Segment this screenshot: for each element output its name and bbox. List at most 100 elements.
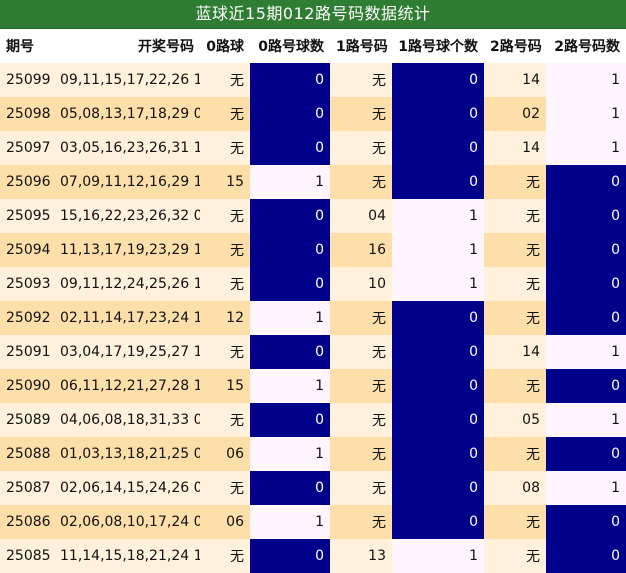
cell-route0: 无: [200, 471, 250, 505]
header-row: 期号 开奖号码 0路球 0路号球数 1路号码 1路号球个数 2路号码 2路号码数: [0, 29, 626, 63]
stats-table: 期号 开奖号码 0路球 0路号球数 1路号码 1路号球个数 2路号码 2路号码数…: [0, 29, 626, 573]
cell-route1: 13: [330, 539, 392, 573]
cell-route0-count: 0: [250, 403, 330, 437]
cell-route1-count: 0: [392, 369, 484, 403]
cell-route2-count: 1: [546, 471, 626, 505]
cell-route1: 无: [330, 63, 392, 97]
cell-draw: 02,11,14,17,23,24 12: [54, 301, 200, 335]
cell-draw: 06,11,12,21,27,28 15: [54, 369, 200, 403]
cell-route2: 无: [484, 199, 546, 233]
cell-route2-count: 0: [546, 233, 626, 267]
cell-route2-count: 1: [546, 403, 626, 437]
cell-route1: 无: [330, 165, 392, 199]
header-route2: 2路号码: [490, 39, 542, 55]
table-row: 25092 02,11,14,17,23,24 12 12 1 无 0 无 0: [0, 301, 626, 335]
cell-route0-count: 0: [250, 471, 330, 505]
table-row: 25086 02,06,08,10,17,24 06 06 1 无 0 无 0: [0, 505, 626, 539]
cell-route2: 14: [484, 131, 546, 165]
table-row: 25091 03,04,17,19,25,27 14 无 0 无 0 14 1: [0, 335, 626, 369]
cell-route2: 无: [484, 539, 546, 573]
cell-route2: 无: [484, 437, 546, 471]
cell-route1: 无: [330, 403, 392, 437]
table-row: 25089 04,06,08,18,31,33 05 无 0 无 0 05 1: [0, 403, 626, 437]
header-route1: 1路号码: [336, 39, 388, 55]
cell-route0: 无: [200, 131, 250, 165]
cell-draw: 09,11,12,24,25,26 10: [54, 267, 200, 301]
cell-issue: 25087: [0, 471, 54, 505]
cell-route0-count: 0: [250, 97, 330, 131]
cell-route0-count: 0: [250, 199, 330, 233]
cell-route1-count: 0: [392, 471, 484, 505]
cell-route1: 无: [330, 437, 392, 471]
cell-route2-count: 0: [546, 199, 626, 233]
cell-route1-count: 1: [392, 267, 484, 301]
cell-route0: 06: [200, 437, 250, 471]
cell-route2-count: 0: [546, 437, 626, 471]
cell-route1-count: 0: [392, 301, 484, 335]
table-row: 25085 11,14,15,18,21,24 13 无 0 13 1 无 0: [0, 539, 626, 573]
cell-route1-count: 0: [392, 97, 484, 131]
cell-route0-count: 1: [250, 301, 330, 335]
cell-route0: 无: [200, 233, 250, 267]
cell-route2: 无: [484, 267, 546, 301]
cell-draw: 01,03,13,18,21,25 06: [54, 437, 200, 471]
cell-route0-count: 0: [250, 63, 330, 97]
cell-route2-count: 1: [546, 97, 626, 131]
cell-route1: 无: [330, 471, 392, 505]
cell-route2-count: 0: [546, 369, 626, 403]
cell-route1: 无: [330, 369, 392, 403]
cell-route2-count: 1: [546, 131, 626, 165]
cell-route1: 无: [330, 301, 392, 335]
header-route0-count: 0路号球数: [258, 39, 324, 55]
cell-route0-count: 1: [250, 437, 330, 471]
cell-draw: 11,14,15,18,21,24 13: [54, 539, 200, 573]
cell-route0-count: 1: [250, 165, 330, 199]
cell-route1-count: 0: [392, 131, 484, 165]
cell-route1-count: 0: [392, 437, 484, 471]
cell-route0-count: 0: [250, 335, 330, 369]
cell-route0-count: 0: [250, 131, 330, 165]
cell-draw: 07,09,11,12,16,29 15: [54, 165, 200, 199]
cell-route0: 无: [200, 63, 250, 97]
cell-issue: 25088: [0, 437, 54, 471]
cell-route0: 无: [200, 539, 250, 573]
table-row: 25093 09,11,12,24,25,26 10 无 0 10 1 无 0: [0, 267, 626, 301]
table-row: 25087 02,06,14,15,24,26 08 无 0 无 0 08 1: [0, 471, 626, 505]
table-row: 25094 11,13,17,19,23,29 16 无 0 16 1 无 0: [0, 233, 626, 267]
cell-route1-count: 1: [392, 539, 484, 573]
cell-route2-count: 0: [546, 301, 626, 335]
cell-route0-count: 1: [250, 505, 330, 539]
cell-issue: 25094: [0, 233, 54, 267]
cell-issue: 25091: [0, 335, 54, 369]
header-route0: 0路球: [206, 39, 244, 55]
cell-issue: 25097: [0, 131, 54, 165]
cell-route1: 无: [330, 505, 392, 539]
cell-route1: 16: [330, 233, 392, 267]
cell-draw: 11,13,17,19,23,29 16: [54, 233, 200, 267]
cell-route0: 15: [200, 369, 250, 403]
table-row: 25095 15,16,22,23,26,32 04 无 0 04 1 无 0: [0, 199, 626, 233]
table-row: 25096 07,09,11,12,16,29 15 15 1 无 0 无 0: [0, 165, 626, 199]
table-row: 25097 03,05,16,23,26,31 14 无 0 无 0 14 1: [0, 131, 626, 165]
table-row: 25090 06,11,12,21,27,28 15 15 1 无 0 无 0: [0, 369, 626, 403]
cell-route1-count: 0: [392, 165, 484, 199]
table-row: 25098 05,08,13,17,18,29 02 无 0 无 0 02 1: [0, 97, 626, 131]
cell-issue: 25090: [0, 369, 54, 403]
header-route1-count: 1路号球个数: [398, 39, 478, 55]
cell-route0: 无: [200, 335, 250, 369]
cell-route2: 08: [484, 471, 546, 505]
cell-issue: 25086: [0, 505, 54, 539]
cell-route0: 无: [200, 267, 250, 301]
cell-issue: 25098: [0, 97, 54, 131]
cell-route1-count: 1: [392, 233, 484, 267]
cell-route1-count: 0: [392, 403, 484, 437]
cell-draw: 09,11,15,17,22,26 14: [54, 63, 200, 97]
header-draw: 开奖号码: [138, 39, 194, 55]
cell-route2: 14: [484, 63, 546, 97]
header-issue: 期号: [6, 39, 34, 55]
cell-route1: 无: [330, 97, 392, 131]
cell-route2: 无: [484, 505, 546, 539]
header-route2-count: 2路号码数: [554, 39, 620, 55]
cell-route0-count: 0: [250, 233, 330, 267]
table-row: 25088 01,03,13,18,21,25 06 06 1 无 0 无 0: [0, 437, 626, 471]
